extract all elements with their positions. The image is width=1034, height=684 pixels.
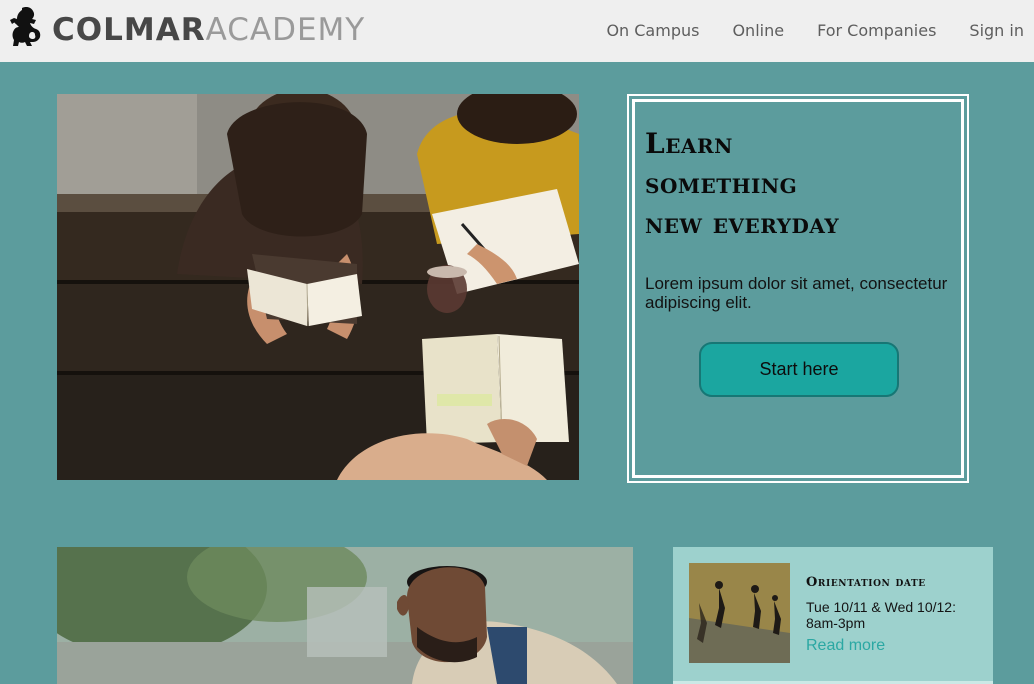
hero-description: Lorem ipsum dolor sit amet, consectetur … [645,274,948,312]
hero-title: Learn something new everyday [645,124,955,244]
student-photo [57,547,633,684]
brand-name-light: ACADEMY [205,12,366,48]
site-header: COLMARACADEMY On Campus Online For Compa… [0,0,1034,62]
orientation-event-card[interactable]: Orientation date Tue 10/11 & Wed 10/12: … [673,547,993,684]
hero-promo-inner: Learn something new everyday Lorem ipsum… [632,99,964,478]
event-thumbnail [689,563,790,663]
nav-item-sign-in[interactable]: Sign in [969,20,1024,42]
nav-item-online[interactable]: Online [732,20,784,42]
nav-item-for-companies[interactable]: For Companies [817,20,936,42]
main-nav: On Campus Online For Companies Sign in [573,20,1024,42]
nav-item-on-campus[interactable]: On Campus [606,20,699,42]
brand-name-strong: COLMAR [52,12,206,48]
event-title: Orientation date [806,575,926,590]
start-here-button[interactable]: Start here [699,342,899,397]
hero-title-line: new everyday [645,207,840,240]
event-date: Tue 10/11 & Wed 10/12: 8am-3pm [806,599,956,631]
hero-title-line: Learn [645,127,733,160]
read-more-link[interactable]: Read more [806,637,885,655]
brand-name[interactable]: COLMARACADEMY [52,10,365,50]
hero-promo-box: Learn something new everyday Lorem ipsum… [627,94,969,483]
lion-crest-icon[interactable] [8,6,44,50]
hero-photo [57,94,579,480]
hero-title-line: something [645,167,798,200]
